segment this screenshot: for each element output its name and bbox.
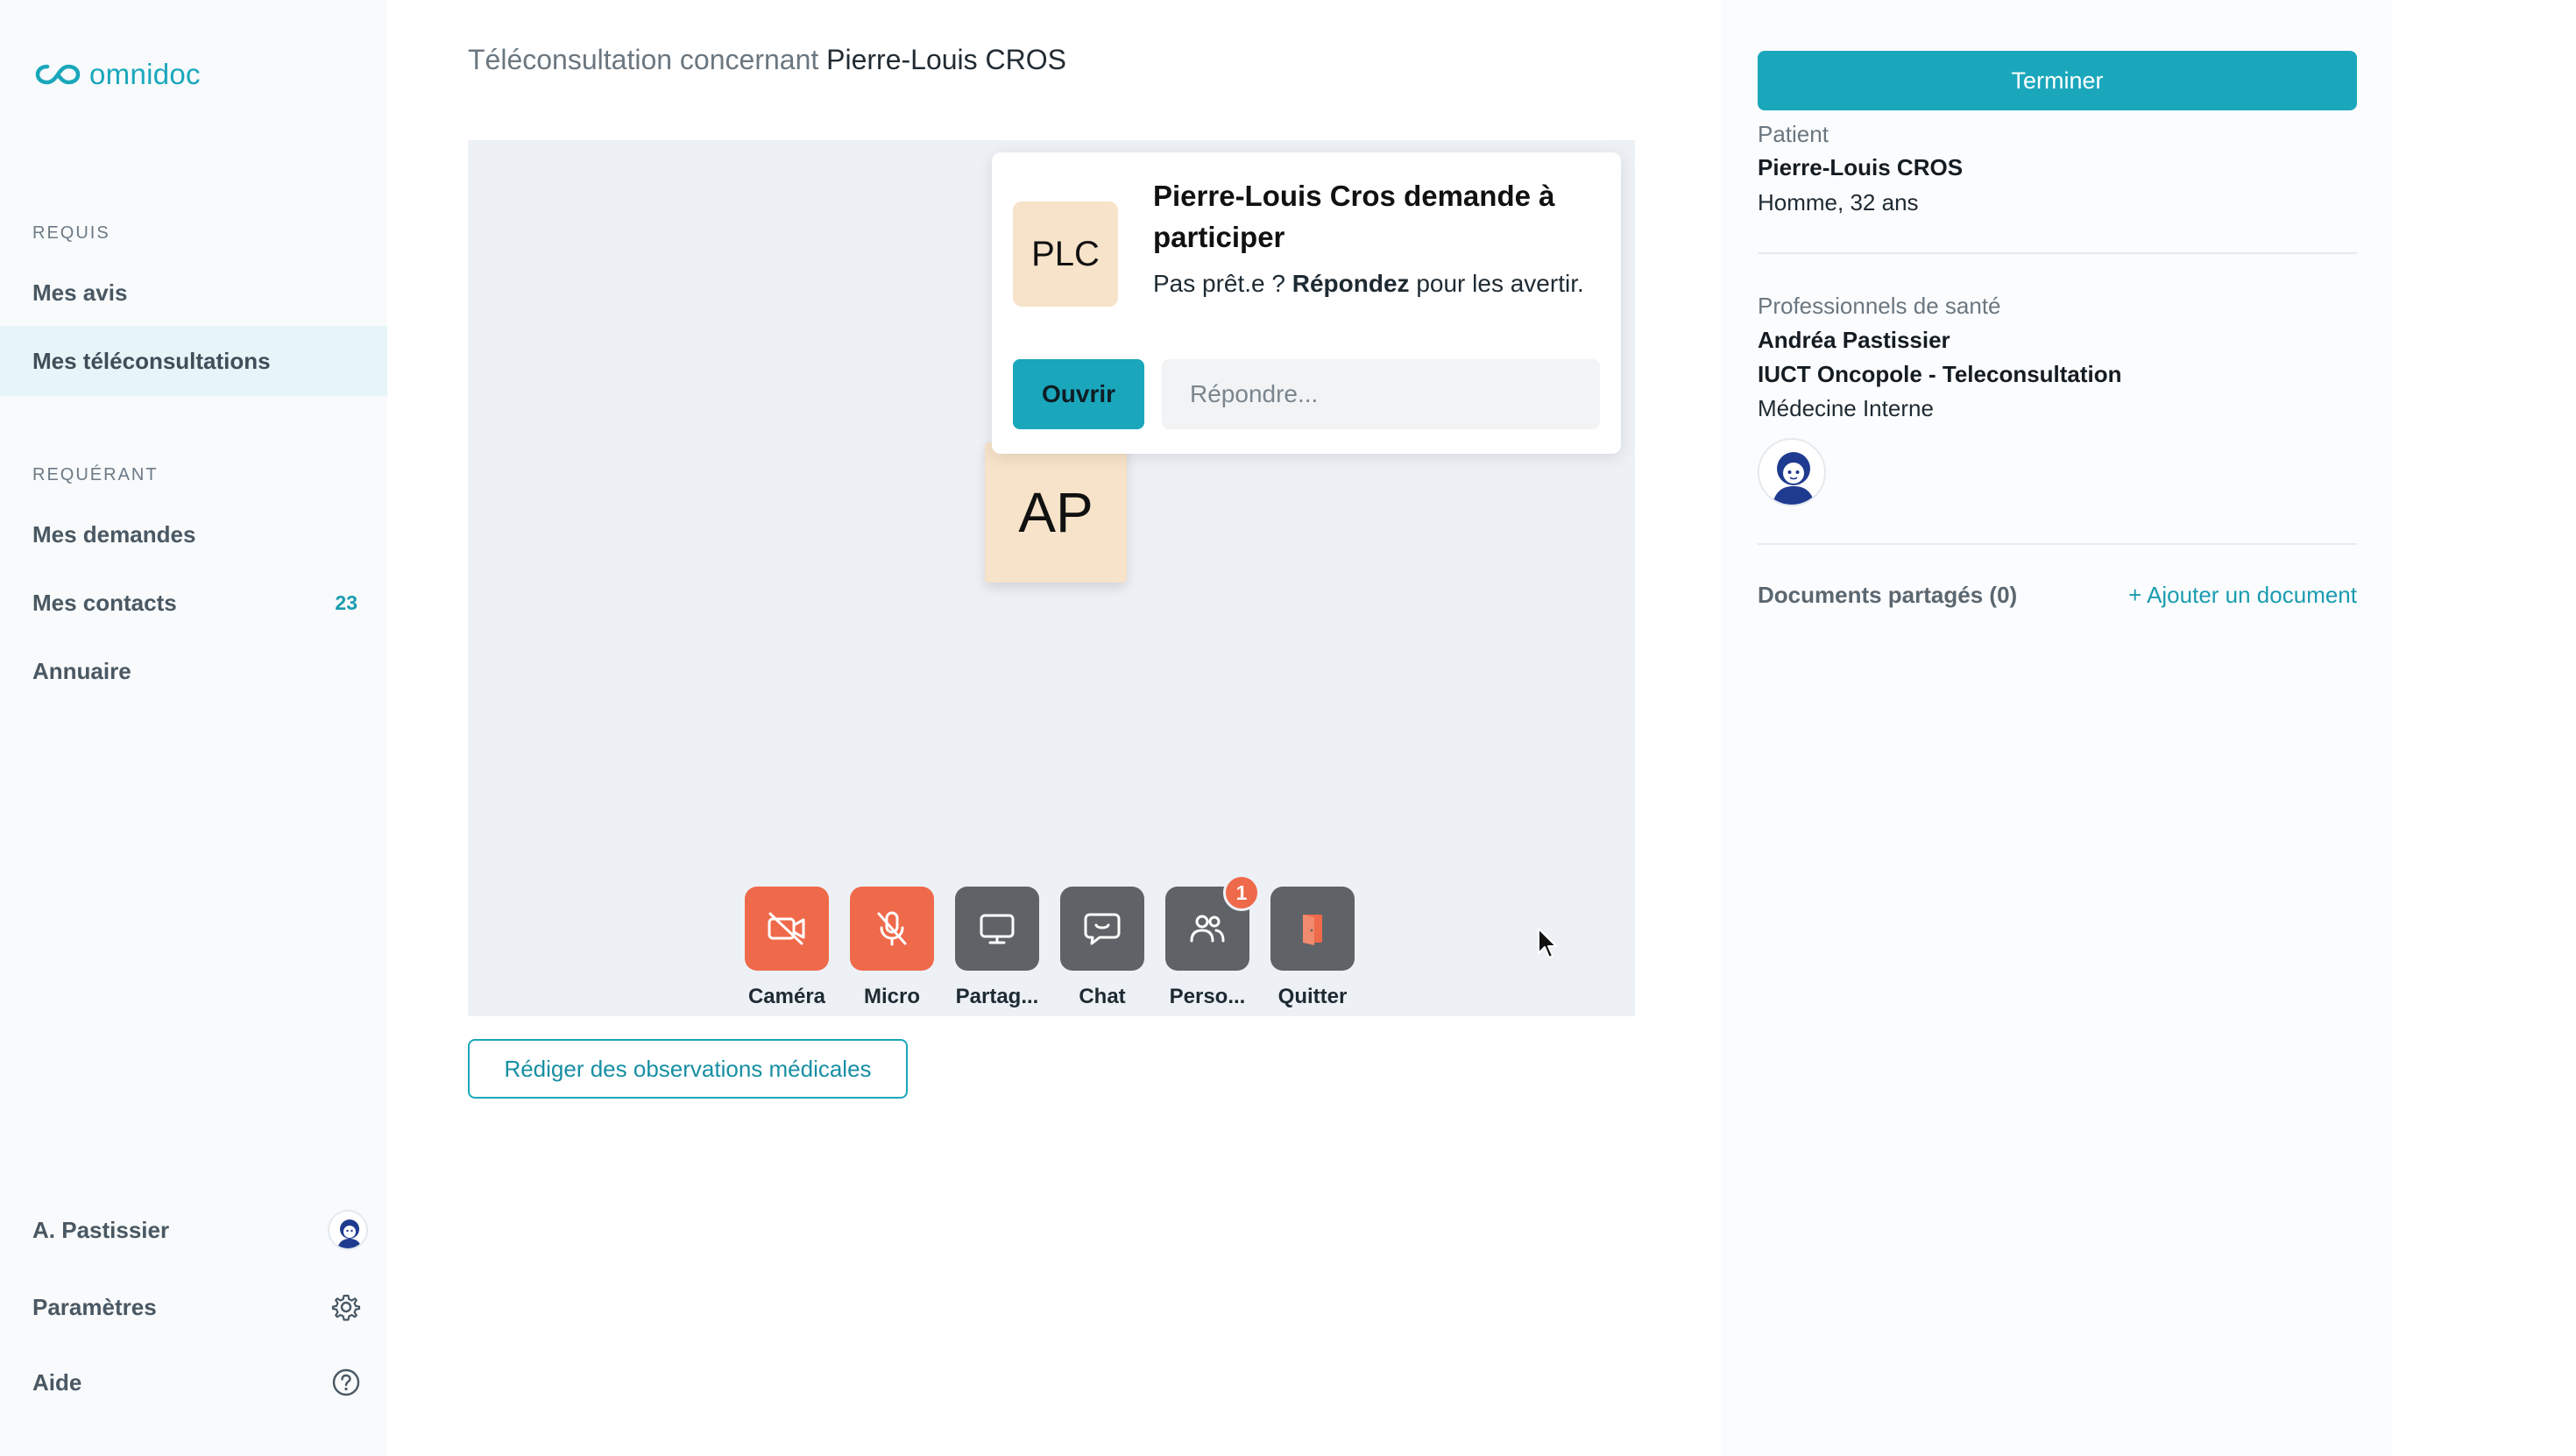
screen-share-icon bbox=[980, 914, 1015, 944]
user-avatar bbox=[328, 1210, 368, 1250]
write-observations-button[interactable]: Rédiger des observations médicales bbox=[468, 1039, 908, 1099]
sidebar-item-mes-demandes[interactable]: Mes demandes bbox=[0, 499, 387, 569]
share-screen-button[interactable] bbox=[955, 887, 1039, 971]
contacts-count-badge: 23 bbox=[335, 590, 357, 614]
micro-button[interactable] bbox=[850, 887, 934, 971]
omnidoc-logo-icon bbox=[35, 64, 81, 85]
logo[interactable]: omnidoc bbox=[35, 58, 201, 91]
sidebar-item-annuaire[interactable]: Annuaire bbox=[0, 636, 387, 706]
section-title-requis: REQUIS bbox=[32, 223, 110, 243]
camera-off-icon bbox=[768, 912, 805, 945]
exit-door-icon bbox=[1303, 915, 1322, 945]
professional-avatar[interactable] bbox=[1758, 438, 1826, 506]
main-content: Téléconsultation concernant Pierre-Louis… bbox=[387, 0, 1721, 1456]
requester-avatar: PLC bbox=[1013, 201, 1118, 307]
share-control: Partag... bbox=[955, 887, 1039, 1009]
sidebar-item-mes-contacts[interactable]: Mes contacts 23 bbox=[0, 568, 387, 638]
add-document-label: Ajouter un document bbox=[2147, 582, 2357, 608]
plus-icon: + bbox=[2128, 582, 2148, 608]
reply-input[interactable] bbox=[1162, 359, 1600, 429]
professional-specialty: Médecine Interne bbox=[1758, 395, 1934, 421]
sidebar: omnidoc REQUIS Mes avis Mes téléconsulta… bbox=[0, 0, 387, 1456]
notification-title: Pierre-Louis Cros demande à participer bbox=[1153, 180, 1555, 253]
add-document-link[interactable]: + Ajouter un document bbox=[2128, 582, 2357, 609]
chat-icon bbox=[1084, 913, 1121, 945]
notification-text-before: Pas prêt.e ? bbox=[1153, 270, 1292, 297]
help-icon bbox=[332, 1368, 360, 1396]
patient-label: Patient bbox=[1758, 121, 1829, 147]
professional-organization: IUCT Oncopole - Teleconsultation bbox=[1758, 361, 2122, 387]
chat-control: Chat bbox=[1060, 887, 1144, 1009]
quit-label: Quitter bbox=[1277, 985, 1348, 1008]
people-count-badge: 1 bbox=[1223, 874, 1260, 911]
divider bbox=[1758, 252, 2357, 254]
page-title-prefix: Téléconsultation concernant bbox=[468, 44, 819, 75]
sidebar-item-label: Paramètres bbox=[32, 1293, 157, 1320]
notification-text-bold: Répondez bbox=[1292, 270, 1410, 297]
right-margin bbox=[2392, 0, 2576, 1456]
micro-label: Micro bbox=[863, 985, 920, 1008]
people-control: 1 Perso... bbox=[1165, 874, 1260, 1009]
professionals-label: Professionnels de santé bbox=[1758, 293, 2001, 319]
camera-control: Caméra bbox=[745, 887, 829, 1009]
sidebar-item-label: Mes demandes bbox=[32, 520, 196, 548]
logo-text: omnidoc bbox=[89, 58, 201, 90]
patient-info: Homme, 32 ans bbox=[1758, 189, 1919, 216]
open-button[interactable]: Ouvrir bbox=[1013, 359, 1144, 429]
divider bbox=[1758, 543, 2357, 545]
chat-button[interactable] bbox=[1060, 887, 1144, 971]
camera-button[interactable] bbox=[745, 887, 829, 971]
page-title-patient: Pierre-Louis CROS bbox=[826, 44, 1066, 75]
sidebar-item-label: Aide bbox=[32, 1368, 82, 1396]
people-label: Perso... bbox=[1169, 985, 1246, 1008]
share-label: Partag... bbox=[955, 985, 1039, 1008]
mic-off-icon bbox=[877, 911, 907, 946]
call-controls: Caméra Micro Partag... Chat 1 Perso... Q… bbox=[745, 874, 1355, 1009]
section-title-requerant: REQUÉRANT bbox=[32, 465, 159, 484]
sidebar-user-profile[interactable]: A. Pastissier bbox=[0, 1198, 387, 1262]
sidebar-item-label: Annuaire bbox=[32, 657, 131, 684]
user-name: A. Pastissier bbox=[32, 1216, 170, 1243]
chat-label: Chat bbox=[1079, 985, 1126, 1008]
video-call-area: AP PLC Pierre-Louis Cros demande à parti… bbox=[468, 140, 1635, 1016]
sidebar-item-label: Mes téléconsultations bbox=[32, 347, 271, 374]
participant-tile[interactable]: AP bbox=[985, 442, 1127, 583]
right-panel: Terminer Patient Pierre-Louis CROS Homme… bbox=[1721, 0, 2392, 1456]
sidebar-item-parametres[interactable]: Paramètres bbox=[0, 1276, 387, 1339]
sidebar-item-aide[interactable]: Aide bbox=[0, 1351, 387, 1414]
terminate-button[interactable]: Terminer bbox=[1758, 51, 2357, 110]
quit-control: Quitter bbox=[1270, 887, 1355, 1009]
camera-label: Caméra bbox=[747, 985, 826, 1008]
quit-button[interactable] bbox=[1270, 887, 1355, 971]
sidebar-item-label: Mes avis bbox=[32, 279, 128, 306]
join-request-notification: PLC Pierre-Louis Cros demande à particip… bbox=[992, 152, 1621, 454]
mouse-cursor-icon bbox=[1538, 928, 1557, 958]
patient-name: Pierre-Louis CROS bbox=[1758, 154, 1964, 180]
people-icon bbox=[1190, 915, 1225, 943]
gear-icon bbox=[331, 1294, 361, 1321]
sidebar-item-mes-avis[interactable]: Mes avis bbox=[0, 258, 387, 328]
professional-name: Andréa Pastissier bbox=[1758, 327, 1950, 353]
shared-documents-label: Documents partagés (0) bbox=[1758, 582, 2018, 608]
app: omnidoc REQUIS Mes avis Mes téléconsulta… bbox=[0, 0, 2576, 1456]
sidebar-item-label: Mes contacts bbox=[32, 589, 177, 616]
micro-control: Micro bbox=[850, 887, 934, 1009]
sidebar-item-mes-teleconsultations[interactable]: Mes téléconsultations bbox=[0, 326, 387, 396]
notification-text-after: pour les avertir. bbox=[1409, 270, 1584, 297]
page-title: Téléconsultation concernant Pierre-Louis… bbox=[468, 44, 1066, 76]
notification-text: Pas prêt.e ? Répondez pour les avertir. bbox=[1153, 266, 1591, 301]
